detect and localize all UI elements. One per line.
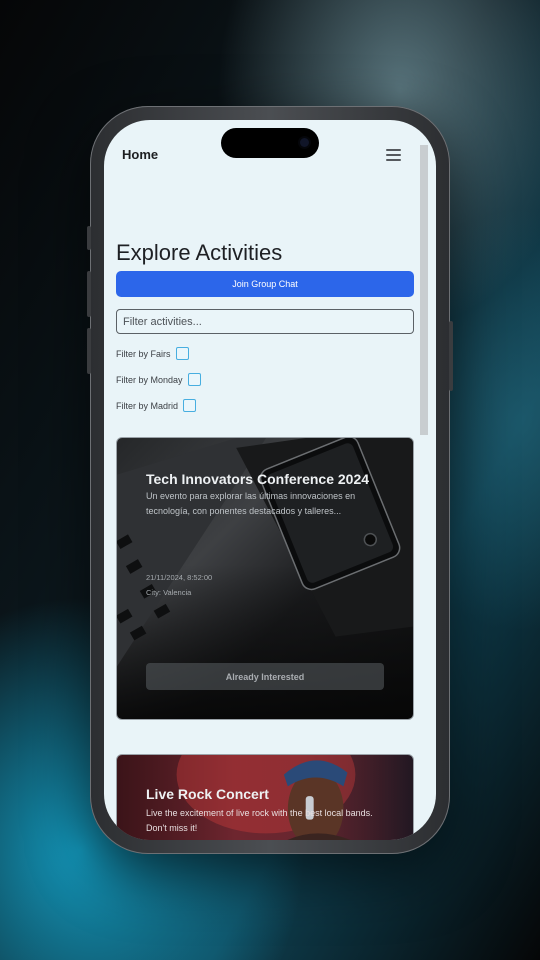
- camera-icon: [300, 138, 309, 147]
- volume-down-button: [87, 328, 91, 374]
- filter-monday: Filter by Monday: [116, 373, 201, 386]
- page-title: Explore Activities: [116, 240, 283, 265]
- activity-datetime: 21/11/2024, 8:52:00: [146, 573, 213, 582]
- power-button: [449, 321, 453, 391]
- join-group-chat-button[interactable]: Join Group Chat: [116, 271, 414, 297]
- filter-monday-checkbox[interactable]: [187, 373, 201, 386]
- dynamic-island: [221, 128, 319, 158]
- filter-monday-label: Filter by Monday: [116, 374, 183, 385]
- app-screen: Home Explore Activities Join Group Chat …: [104, 120, 436, 840]
- filter-fairs-checkbox[interactable]: [175, 347, 189, 360]
- scrollbar[interactable]: [420, 145, 428, 435]
- hamburger-menu-icon[interactable]: [386, 149, 401, 162]
- filter-fairs: Filter by Fairs: [116, 347, 189, 360]
- filter-activities-input[interactable]: Filter activities...: [116, 309, 414, 334]
- activity-title: Live Rock Concert: [146, 786, 269, 802]
- activity-card[interactable]: Live Rock Concert Live the excitement of…: [116, 754, 414, 840]
- nav-title[interactable]: Home: [122, 147, 158, 162]
- filter-madrid-label: Filter by Madrid: [116, 400, 179, 411]
- activity-title: Tech Innovators Conference 2024: [146, 471, 370, 487]
- phone-frame: Home Explore Activities Join Group Chat …: [87, 106, 453, 854]
- filter-madrid-checkbox[interactable]: [183, 399, 197, 412]
- filter-madrid: Filter by Madrid: [116, 399, 197, 412]
- activity-card[interactable]: Tech Innovators Conference 2024 Un event…: [116, 437, 414, 720]
- activity-description: Un evento para explorar las últimas inno…: [146, 491, 356, 516]
- filter-fairs-label: Filter by Fairs: [116, 348, 171, 359]
- activity-description: Live the excitement of live rock with th…: [146, 808, 373, 833]
- action-button: [87, 226, 91, 250]
- already-interested-button[interactable]: Already Interested: [146, 663, 384, 690]
- activity-city: City: Valencia: [146, 588, 192, 597]
- volume-up-button: [87, 271, 91, 317]
